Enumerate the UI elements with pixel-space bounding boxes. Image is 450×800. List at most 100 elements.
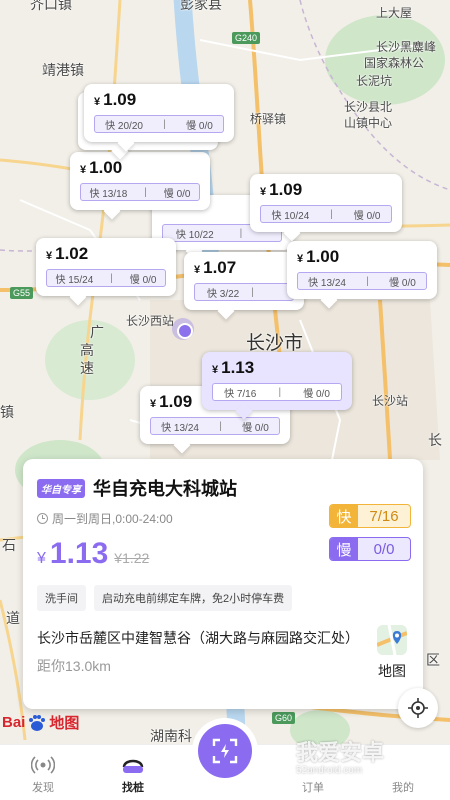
slow-label: 慢 [330,538,358,560]
watermark-sub: 52android.com [296,765,363,776]
card-fast-count: 快 10/22 [175,229,214,241]
tab-mine-label: 我的 [392,782,414,794]
card-price: 1.00 [306,247,340,266]
scan-lightning-icon [212,738,238,764]
station-price-card[interactable]: ¥1.00 快 13/18 | 慢 0/0 [70,152,210,210]
station-price-card[interactable]: ¥1.00 快 13/24 | 慢 0/0 [287,241,437,299]
map-navigation-button[interactable]: 地图 [375,625,409,681]
locate-me-button[interactable] [398,688,438,728]
card-price: 1.09 [103,90,137,109]
crosshair-icon [408,698,428,718]
card-slow-count: 慢 0/0 [129,274,157,286]
card-slot-pills: 快 13/24 | 慢 0/0 [150,417,280,435]
station-price-card[interactable]: ¥1.07 快 3/22 | [184,252,304,310]
tag-restroom: 洗手间 [37,585,86,611]
current-price: 1.13 [49,537,109,570]
station-price-card[interactable]: ¥1.09 快 20/20 | 慢 0/0 [84,84,234,142]
card-slow-count: 慢 0/0 [303,388,330,400]
card-currency: ¥ [260,186,267,198]
road-badge: G240 [232,32,261,44]
card-slot-pills: 快 3/22 | [194,283,294,301]
scan-charge-button[interactable] [198,724,252,778]
map-label: 国家森林公 [364,56,425,70]
card-slot-pills: 快 10/24 | 慢 0/0 [260,205,392,223]
baidu-map-logo: Bai 地图 [2,712,79,733]
card-slot-pills: 快 13/18 | 慢 0/0 [80,183,200,201]
card-fast-count: 快 3/22 [207,288,240,300]
card-currency: ¥ [46,250,53,262]
map-label: 石 [2,537,16,553]
map-app-icon [377,625,407,655]
card-separator: | [163,118,166,130]
card-price: 1.00 [89,158,123,177]
baidu-logo-text: Bai [2,714,26,731]
station-price-card[interactable]: ¥1.02 快 15/24 | 慢 0/0 [36,238,176,296]
card-slot-pills: 快 15/24 | 慢 0/0 [46,269,166,287]
card-separator: | [330,208,333,220]
tab-discover[interactable]: 发现 [8,751,78,795]
card-slow-count: 慢 0/0 [353,210,381,222]
map-label: 高 [80,342,94,358]
card-separator: | [219,420,222,432]
map-label: 桥驿镇 [250,112,287,126]
map-label: 长沙县北 [344,100,393,114]
card-separator: | [144,186,147,198]
card-price: 1.02 [55,244,89,263]
card-slow-count: 慢 0/0 [186,120,213,132]
brand-tag: 华自专享 [37,478,85,498]
card-price: 1.09 [269,180,303,199]
station-address: 长沙市岳麓区中建智慧谷（湖大路与麻园路交汇处） [37,630,359,646]
map-label: 道 [6,610,20,626]
card-fast-count: 快 13/18 [89,188,128,200]
card-currency: ¥ [150,398,157,410]
station-price-card-selected[interactable]: ¥1.13 快 7/16 | 慢 0/0 [202,352,352,410]
card-currency: ¥ [94,96,101,108]
map-label: 镇 [0,404,14,420]
card-price: 1.07 [203,258,237,277]
map-label: 区 [426,652,440,668]
current-location-marker [172,318,194,340]
original-price: ¥1.22 [114,550,150,566]
map-label: 广 [90,324,104,340]
card-separator: | [278,386,282,398]
map-label: 长沙市 [246,333,304,354]
card-separator: | [366,275,369,287]
card-separator: | [239,227,243,239]
card-fast-count: 快 13/24 [308,277,346,289]
slow-count: 0/0 [373,540,395,558]
tab-discover-label: 发现 [32,782,54,794]
map-label: 芥口镇 [30,0,72,12]
map-label: 山镇中心 [344,116,393,130]
opening-hours-text: 周一到周日,0:00-24:00 [52,512,173,526]
tab-orders-label: 订单 [302,782,324,794]
card-slot-pills: 快 13/24 | 慢 0/0 [297,272,427,290]
map-label: 靖港镇 [42,62,84,78]
map-button-label: 地图 [378,663,406,679]
map-label: 长沙西站 [126,314,175,328]
watermark-main: 我爱安卓 [296,740,385,765]
card-fast-count: 快 10/24 [271,210,310,222]
price-currency: ¥ [37,550,46,567]
station-detail-card[interactable]: 华自专享 华自充电大科城站 周一到周日,0:00-24:00 ¥ 1.13 ¥1… [23,459,423,709]
map-label: 速 [80,360,94,376]
card-fast-count: 快 13/24 [161,422,199,434]
card-fast-count: 快 15/24 [55,274,94,286]
card-slot-pills: 快 7/16 | 慢 0/0 [212,383,342,401]
road-badge: G60 [272,712,296,724]
station-tags: 洗手间 启动充电前绑定车牌，免2小时停车费 [37,585,409,611]
card-separator: | [110,272,113,284]
card-slow-count: 慢 0/0 [389,277,416,289]
card-currency: ¥ [80,164,87,176]
map-label: 长沙黑麋峰 [376,40,437,54]
tab-find-pile-label: 找桩 [122,782,144,794]
baidu-logo-suffix: 地图 [49,715,80,732]
card-separator: | [251,286,254,298]
clock-icon [37,513,48,524]
card-fast-count: 快 7/16 [224,388,257,400]
signal-icon [31,756,55,774]
map-label: 彭家县 [180,0,222,12]
card-price: 1.09 [159,392,193,411]
watermark: 我爱安卓 52android.com [296,735,384,776]
station-price-card[interactable]: ¥1.09 快 10/24 | 慢 0/0 [250,174,402,232]
tab-find-pile[interactable]: 找桩 [98,751,168,795]
